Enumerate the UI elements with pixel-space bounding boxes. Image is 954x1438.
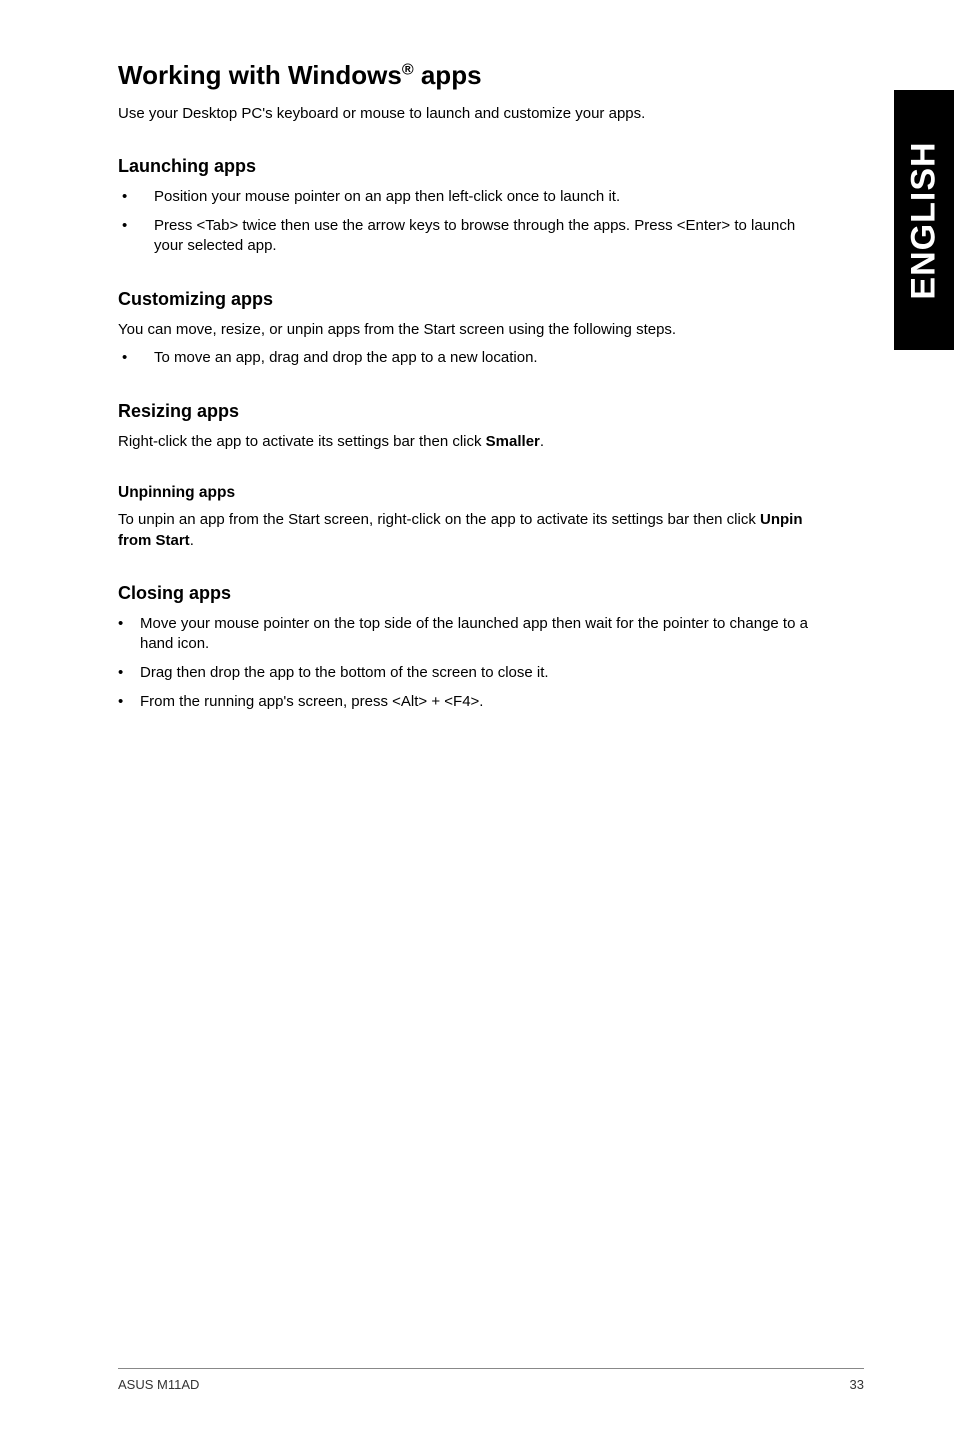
side-language-text: ENGLISH bbox=[905, 141, 944, 299]
launching-list: Position your mouse pointer on an app th… bbox=[118, 187, 826, 257]
section-unpinning: Unpinning apps To unpin an app from the … bbox=[118, 484, 826, 551]
customizing-list: To move an app, drag and drop the app to… bbox=[118, 348, 826, 369]
section-customizing: Customizing apps You can move, resize, o… bbox=[118, 289, 826, 369]
unpinning-post: . bbox=[190, 532, 194, 549]
list-item: Move your mouse pointer on the top side … bbox=[118, 614, 826, 655]
side-language-tab: ENGLISH bbox=[894, 90, 954, 350]
list-item: Press <Tab> twice then use the arrow key… bbox=[118, 216, 826, 257]
resizing-post: . bbox=[540, 433, 544, 450]
unpinning-desc: To unpin an app from the Start screen, r… bbox=[118, 510, 826, 551]
section-launching: Launching apps Position your mouse point… bbox=[118, 156, 826, 257]
heading-launching: Launching apps bbox=[118, 156, 826, 177]
title-pre: Working with Windows bbox=[118, 60, 402, 90]
list-item: Position your mouse pointer on an app th… bbox=[118, 187, 826, 208]
heading-unpinning: Unpinning apps bbox=[118, 484, 826, 502]
intro-text: Use your Desktop PC's keyboard or mouse … bbox=[118, 105, 864, 122]
page: ENGLISH Working with Windows® apps Use y… bbox=[0, 0, 954, 1438]
resizing-pre: Right-click the app to activate its sett… bbox=[118, 433, 486, 450]
resizing-bold: Smaller bbox=[486, 433, 540, 450]
section-closing: Closing apps Move your mouse pointer on … bbox=[118, 583, 826, 713]
footer-product: ASUS M11AD bbox=[118, 1377, 199, 1392]
heading-customizing: Customizing apps bbox=[118, 289, 826, 310]
closing-list: Move your mouse pointer on the top side … bbox=[118, 614, 826, 713]
registered-mark: ® bbox=[402, 61, 414, 78]
page-title: Working with Windows® apps bbox=[118, 60, 864, 91]
list-item: To move an app, drag and drop the app to… bbox=[118, 348, 826, 369]
section-resizing: Resizing apps Right-click the app to act… bbox=[118, 401, 826, 452]
customizing-desc: You can move, resize, or unpin apps from… bbox=[118, 320, 826, 340]
resizing-desc: Right-click the app to activate its sett… bbox=[118, 432, 826, 452]
list-item: From the running app's screen, press <Al… bbox=[118, 692, 826, 713]
page-footer: ASUS M11AD 33 bbox=[118, 1368, 864, 1392]
footer-page-number: 33 bbox=[850, 1377, 864, 1392]
heading-closing: Closing apps bbox=[118, 583, 826, 604]
list-item: Drag then drop the app to the bottom of … bbox=[118, 663, 826, 684]
title-post: apps bbox=[414, 60, 482, 90]
heading-resizing: Resizing apps bbox=[118, 401, 826, 422]
unpinning-pre: To unpin an app from the Start screen, r… bbox=[118, 511, 760, 528]
